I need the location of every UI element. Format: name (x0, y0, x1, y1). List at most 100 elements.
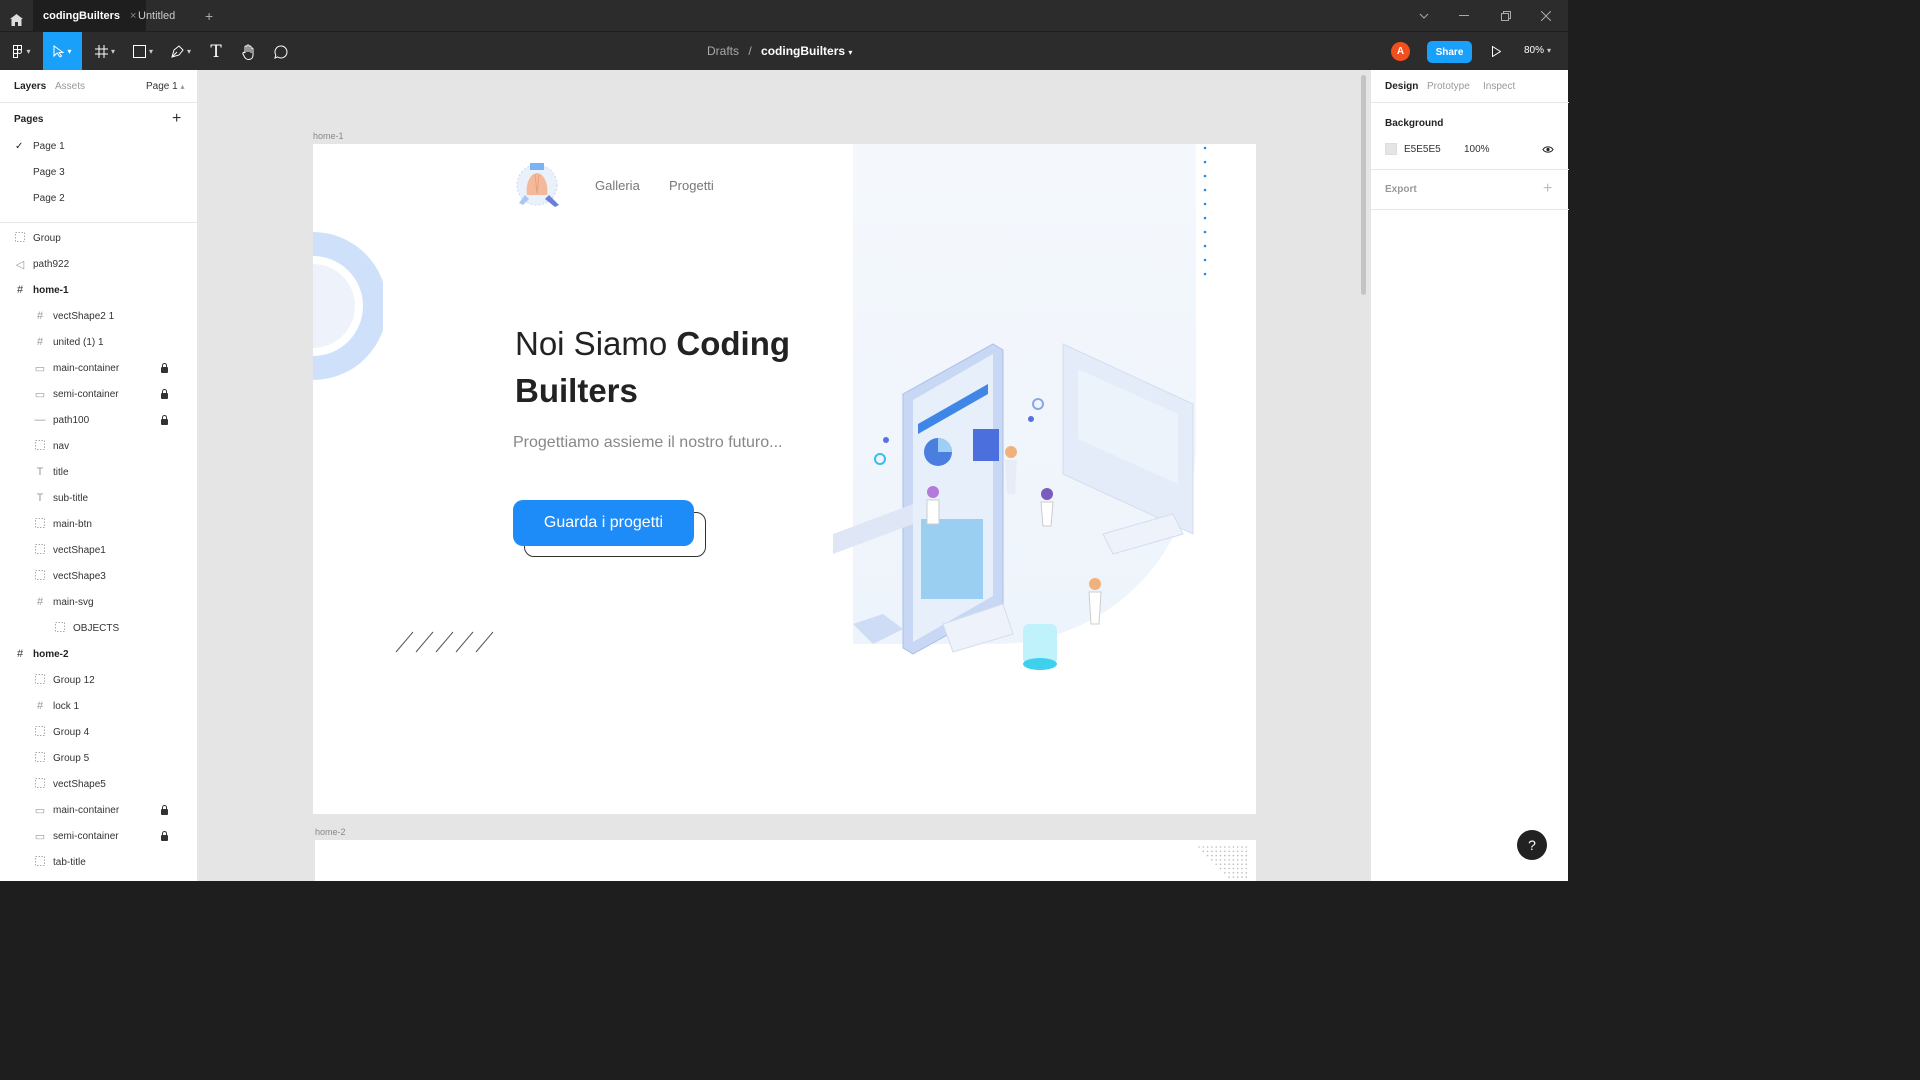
layer-item[interactable]: Group 12 (0, 667, 197, 693)
layer-item-label: semi-container (53, 388, 119, 400)
page-item[interactable]: Page 2 (0, 185, 197, 211)
breadcrumb-drafts[interactable]: Drafts (707, 44, 739, 58)
group-icon (34, 439, 46, 453)
frame-tool-button[interactable]: ▾ (88, 32, 122, 71)
layer-item[interactable]: ▭ semi-container (0, 823, 197, 849)
layer-item[interactable]: # main-svg (0, 589, 197, 615)
layer-item-label: vectShape2 1 (53, 310, 115, 322)
lock-icon[interactable] (161, 805, 168, 815)
layer-item[interactable]: vectShape5 (0, 771, 197, 797)
layer-item[interactable]: Tsub-title (0, 485, 197, 511)
vector-icon: ◁ (15, 258, 25, 271)
lock-icon[interactable] (161, 389, 168, 399)
move-tool-button[interactable]: ▾ (43, 32, 82, 71)
layer-item[interactable]: Ttitle (0, 459, 197, 485)
tab-prototype[interactable]: Prototype (1427, 81, 1470, 92)
frame-label-home-1[interactable]: home-1 (313, 131, 344, 141)
canvas-scrollbar[interactable] (1361, 75, 1366, 295)
zoom-dropdown[interactable]: 80% ▾ (1524, 45, 1551, 56)
comment-tool-icon[interactable] (268, 32, 294, 71)
layer-item-label: OBJECTS (73, 622, 120, 634)
divider (1371, 169, 1569, 170)
layer-item[interactable]: ◁ path922 (0, 251, 197, 277)
text-tool-icon[interactable]: T (204, 32, 228, 71)
add-export-button[interactable]: + (1543, 180, 1552, 198)
avatar[interactable]: A (1391, 42, 1410, 61)
layer-item[interactable]: OBJECTS (0, 615, 197, 641)
hero-subtitle: Progettiamo assieme il nostro futuro... (513, 434, 783, 451)
group-icon (34, 777, 46, 791)
layer-item[interactable]: # united (1) 1 (0, 329, 197, 355)
layer-item[interactable]: ▭ main-container (0, 355, 197, 381)
layer-item[interactable]: Group (0, 225, 197, 251)
layer-item-label: vectShape3 (53, 570, 106, 582)
nav-link-progetti[interactable]: Progetti (669, 178, 714, 193)
close-window-icon[interactable] (1532, 0, 1560, 31)
frame-home-2[interactable] (315, 840, 1256, 881)
layer-item[interactable]: vectShape3 (0, 563, 197, 589)
frame-label-home-2[interactable]: home-2 (315, 827, 346, 837)
present-play-icon[interactable] (1484, 32, 1508, 71)
figma-logo-icon (13, 44, 23, 58)
hero-title: Noi Siamo Coding Builters (515, 320, 835, 414)
layer-item[interactable]: vectShape1 (0, 537, 197, 563)
layer-item[interactable]: nav (0, 433, 197, 459)
chevron-down-icon[interactable]: ▾ (848, 48, 852, 57)
lock-icon[interactable] (161, 831, 168, 841)
new-tab-button[interactable]: + (195, 0, 223, 31)
slash-lines-decoration (395, 631, 494, 653)
layer-item-label: main-svg (53, 596, 94, 608)
tab-untitled[interactable]: Untitled (128, 0, 185, 31)
layer-item-label: vectShape1 (53, 544, 106, 556)
add-page-button[interactable]: + (172, 110, 181, 128)
group-icon (14, 231, 26, 245)
layer-item[interactable]: # home-2 (0, 641, 197, 667)
hand-tool-icon[interactable] (236, 32, 262, 71)
background-hex-input[interactable]: E5E5E5 (1404, 144, 1441, 155)
share-button[interactable]: Share (1427, 41, 1472, 63)
rectangle-icon: ▭ (34, 830, 46, 843)
divider (0, 222, 197, 223)
page-item[interactable]: ✓ Page 1 (0, 133, 197, 159)
layer-item[interactable]: — path100 (0, 407, 197, 433)
chevron-down-icon[interactable] (1410, 0, 1438, 31)
layer-item[interactable]: # lock 1 (0, 693, 197, 719)
minimize-icon[interactable] (1450, 0, 1478, 31)
tab-assets[interactable]: Assets (55, 81, 85, 92)
layer-item[interactable]: tab-title (0, 849, 197, 875)
restore-icon[interactable] (1492, 0, 1520, 31)
main-menu-button[interactable]: ▾ (2, 32, 42, 71)
layer-item[interactable]: # home-1 (0, 277, 197, 303)
layer-item[interactable]: Group 5 (0, 745, 197, 771)
decorative-ring (313, 232, 383, 380)
tab-design[interactable]: Design (1385, 81, 1418, 92)
layer-item[interactable]: # vectShape2 1 (0, 303, 197, 329)
tab-label: codingBuilters (43, 9, 121, 22)
layer-item[interactable]: main-btn (0, 511, 197, 537)
canvas[interactable]: home-1 Galleria Progetti Noi Siamo Codin… (198, 70, 1370, 881)
rectangle-icon: ▭ (34, 362, 46, 375)
file-name[interactable]: codingBuilters (761, 44, 845, 58)
lock-icon[interactable] (161, 363, 168, 373)
tab-inspect[interactable]: Inspect (1483, 81, 1515, 92)
page-item-label: Page 1 (33, 140, 65, 152)
frame-home-1[interactable]: Galleria Progetti Noi Siamo Coding Built… (313, 144, 1256, 814)
guarda-progetti-button[interactable]: Guarda i progetti (513, 500, 694, 546)
help-button[interactable]: ? (1517, 830, 1547, 860)
tab-layers[interactable]: Layers (14, 81, 46, 92)
frame-icon: # (36, 700, 44, 712)
background-opacity-input[interactable]: 100% (1464, 144, 1490, 155)
layer-item[interactable]: ▭ semi-container (0, 381, 197, 407)
background-color-swatch[interactable] (1385, 143, 1397, 155)
pen-tool-button[interactable]: ▾ (164, 32, 198, 71)
page-selector[interactable]: Page 1 ▴ (146, 81, 185, 92)
lock-icon[interactable] (161, 415, 168, 425)
page-item[interactable]: Page 3 (0, 159, 197, 185)
layer-item[interactable]: Group 4 (0, 719, 197, 745)
eye-visibility-icon[interactable] (1542, 145, 1554, 154)
frame-icon: # (16, 648, 24, 660)
rectangle-icon: ▭ (34, 388, 46, 401)
nav-link-galleria[interactable]: Galleria (595, 178, 640, 193)
shape-tool-button[interactable]: ▾ (126, 32, 160, 71)
layer-item[interactable]: ▭ main-container (0, 797, 197, 823)
